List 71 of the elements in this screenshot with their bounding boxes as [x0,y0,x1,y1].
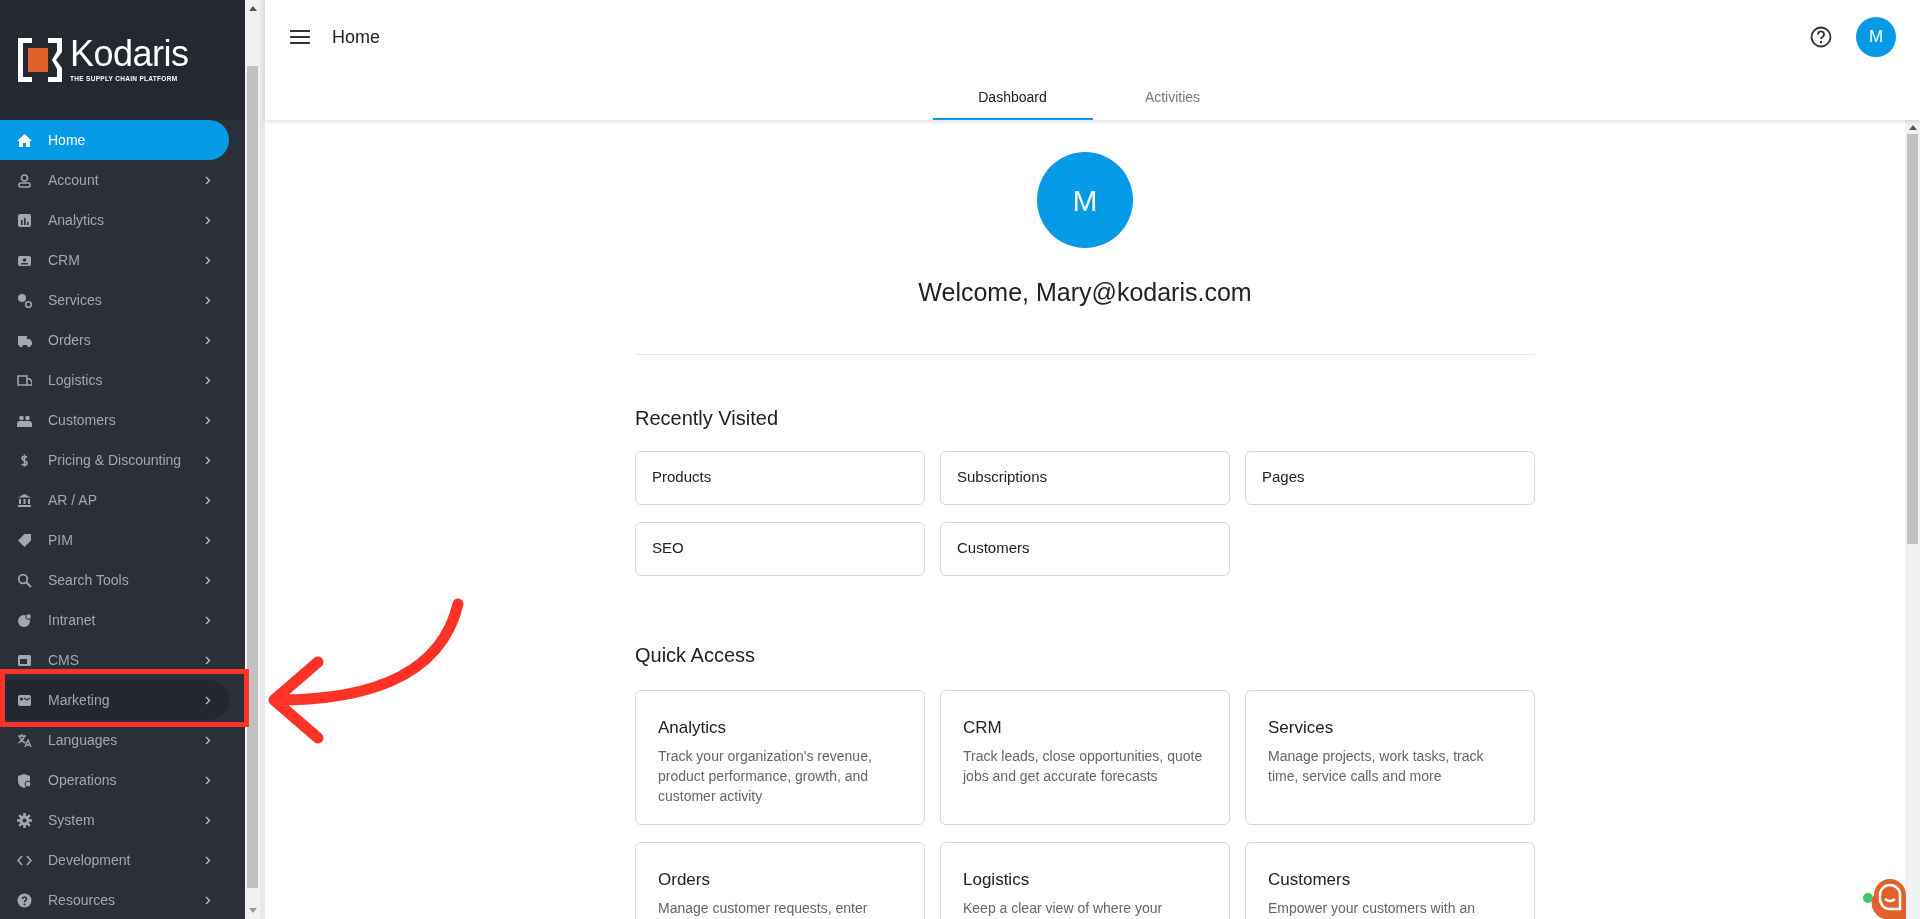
bank-icon [17,492,32,508]
logo-icon [18,38,62,82]
card-title: Customers [1268,868,1352,891]
sidebar-item[interactable]: Logistics [0,360,229,400]
shortcut-card[interactable]: Customers [940,521,1230,576]
shortcut-card[interactable]: Products [635,450,925,505]
card-title: CRM [963,716,1003,739]
card-title: Orders [658,868,711,891]
card-description: Empower your customers with an [1268,899,1476,918]
help-icon [17,892,32,908]
sidebar-item[interactable]: Customers [0,400,229,440]
sidebar-item[interactable]: Home [0,120,229,160]
truck-icon [17,372,32,388]
welcome-message: Welcome, Mary@kodaris.com [918,277,1252,308]
shortcut-card[interactable]: SEO [635,521,925,576]
tab[interactable]: Activities [1092,76,1253,120]
sidebar-item[interactable]: Orders [0,320,229,360]
chart-icon [17,212,32,228]
sidebar-item[interactable]: PIM [0,520,229,560]
search-icon [17,572,32,588]
user-avatar: M [1037,152,1133,248]
email-card-icon [17,692,32,708]
shortcut-card[interactable]: Subscriptions [940,450,1230,505]
shield-icon [17,772,32,788]
card-title: Analytics [658,716,728,739]
scroll-up-arrow[interactable] [1908,125,1917,130]
module-card[interactable]: Logistics Keep a clear view of where your [940,841,1230,919]
sidebar-item[interactable]: Languages [0,720,229,760]
sidebar-item[interactable]: Services [0,280,229,320]
tab[interactable]: Dashboard [932,76,1093,120]
section-heading: Recently Visited [635,405,780,431]
module-card[interactable]: Analytics Track your organization's revenue, product performance, growth, and customer activity [635,689,925,825]
sidebar-item[interactable]: System [0,800,229,840]
card-description: Manage customer requests, enter [658,899,869,918]
card-title: Services [1268,716,1335,739]
menu-icon[interactable] [290,30,310,44]
sidebar-item[interactable]: Resources [0,880,229,919]
card-title: Logistics [963,868,1031,891]
module-card[interactable]: Customers Empower your customers with an [1245,841,1535,919]
sidebar-item[interactable]: Analytics [0,200,229,240]
gear-icon [17,812,32,828]
user-avatar[interactable]: M [1856,17,1896,57]
sidebar-item[interactable]: Search Tools [0,560,229,600]
card-description: Keep a clear view of where your [963,899,1164,918]
tag-icon [17,532,32,548]
section-heading: Quick Access [635,642,757,668]
scrollbar-thumb[interactable] [247,66,258,888]
browser-window-icon [17,652,32,668]
logo-wordmark: Kodaris [70,36,189,73]
scrollbar-thumb[interactable] [1907,134,1918,544]
sidebar-item[interactable]: Intranet [0,600,229,640]
page-title: Home [332,25,380,49]
module-card[interactable]: Orders Manage customer requests, enter [635,841,925,919]
sidebar-item[interactable]: Pricing & Discounting [0,440,229,480]
home-icon [17,132,32,148]
help-icon[interactable] [1810,26,1832,48]
card-description: Track leads, close opportunities, quote jobs and get accurate forecasts [963,747,1204,786]
module-card[interactable]: Services Manage projects, work tasks, track time, service calls and more [1245,689,1535,825]
person-icon [17,172,32,188]
shortcut-card[interactable]: Pages [1245,450,1535,505]
sidebar-item[interactable]: CRM [0,240,229,280]
sidebar-item[interactable]: Operations [0,760,229,800]
sidebar-item[interactable]: CMS [0,640,229,680]
scroll-up-arrow[interactable] [248,6,257,11]
translate-icon [17,732,32,748]
module-card[interactable]: CRM Track leads, close opportunities, quote jobs and get accurate forecasts [940,689,1230,825]
sidebar-item[interactable]: Development [0,840,229,880]
card-description: Track your organization's revenue, product performance, growth, and customer activity [658,747,873,806]
sidebar-item[interactable]: Account [0,160,229,200]
sidebar-item[interactable]: AR / AP [0,480,229,520]
card-description: Manage projects, work tasks, track time, service calls and more [1268,747,1485,786]
